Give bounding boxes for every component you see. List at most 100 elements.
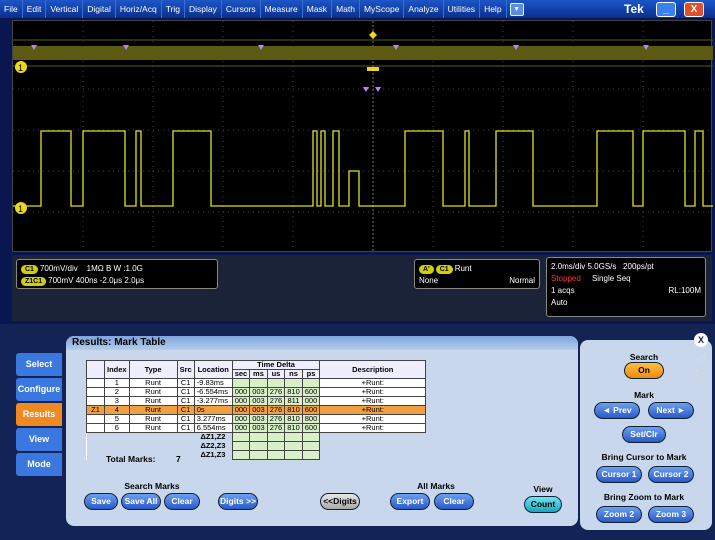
header-src: Src xyxy=(176,360,195,379)
menu-vertical[interactable]: Vertical xyxy=(46,0,84,18)
search-marks-label: Search Marks xyxy=(124,481,180,491)
waveform-display[interactable]: 1 1 xyxy=(12,20,713,253)
search-on-button[interactable]: On xyxy=(624,362,664,379)
total-marks-label: Total Marks: xyxy=(106,454,156,464)
digits-less-button[interactable]: <<Digits xyxy=(320,493,360,510)
menu-digital[interactable]: Digital xyxy=(83,0,116,18)
clear-all-marks-button[interactable]: Clear xyxy=(434,493,474,510)
menu-horiz-acq[interactable]: Horiz/Acq xyxy=(116,0,162,18)
mark-table[interactable]: Index Type Src Location Time Delta Descr… xyxy=(86,360,427,460)
menu-dropdown-icon[interactable]: ▼ xyxy=(509,2,524,16)
nav-view[interactable]: View xyxy=(16,428,62,451)
cell-z xyxy=(86,378,105,388)
prev-mark-button[interactable]: ◄ Prev xyxy=(594,402,640,419)
menu-measure[interactable]: Measure xyxy=(261,0,303,18)
header-ms: ms xyxy=(249,369,268,379)
search-controls: Search On Mark ◄ Prev Next ► Set/Clr Bri… xyxy=(588,352,700,528)
minimize-button[interactable]: _ xyxy=(656,2,676,17)
trigger-info-box[interactable]: A' C1 Runt None Normal xyxy=(414,259,540,289)
mark-label: Mark xyxy=(634,390,654,400)
cell-desc: +Runt: xyxy=(319,423,427,433)
graticule: 1 1 xyxy=(13,21,713,253)
zoom-chip: Z1C1 xyxy=(21,277,47,286)
channel-info-box[interactable]: C1 700mV/div 1MΩ B W :1.0G Z1C1 700mV 400n… xyxy=(16,259,218,289)
channel1-trace xyxy=(13,130,713,207)
cell-z xyxy=(86,387,105,397)
header-ns: ns xyxy=(284,369,303,379)
menu-file[interactable]: File xyxy=(0,0,23,18)
cell-src: C1 xyxy=(176,423,195,433)
ch1-coupling: 1MΩ xyxy=(86,264,104,273)
menu-cursors[interactable]: Cursors xyxy=(222,0,261,18)
zoom-hscale: 400ns xyxy=(75,276,98,285)
trigger-position-icon xyxy=(369,31,377,39)
header-us: us xyxy=(266,369,286,379)
nav-select[interactable]: Select xyxy=(16,353,62,376)
menu-mask[interactable]: Mask xyxy=(303,0,333,18)
close-window-button[interactable]: X xyxy=(684,2,704,17)
ch1-bandwidth: B W :1.0G xyxy=(105,264,143,273)
header-sec: sec xyxy=(231,369,251,379)
save-all-button[interactable]: Save All xyxy=(121,493,161,510)
export-button[interactable]: Export xyxy=(390,493,430,510)
search-label: Search xyxy=(629,352,659,362)
save-button[interactable]: Save xyxy=(84,493,118,510)
close-panel-icon[interactable]: X xyxy=(694,333,708,347)
header-type: Type xyxy=(128,360,178,379)
menu-analyze[interactable]: Analyze xyxy=(404,0,444,18)
menu-bar: File Edit Vertical Digital Horiz/Acq Tri… xyxy=(0,0,715,18)
trigger-source-chip: C1 xyxy=(435,265,453,274)
menu-math[interactable]: Math xyxy=(332,0,360,18)
delta-z1z3-label: ΔZ1,Z3 xyxy=(194,450,233,460)
cell-type: Runt xyxy=(128,423,178,433)
view-label: View xyxy=(533,484,553,494)
zoom-indicator xyxy=(367,67,379,71)
cell-us: 276 xyxy=(266,423,286,433)
bring-zoom-label: Bring Zoom to Mark xyxy=(603,492,685,502)
nav-results[interactable]: Results xyxy=(16,403,62,426)
zoom-position: -2.0μs xyxy=(99,276,123,285)
table-row[interactable]: 6 Runt C1 6.554ms 000 003 276 810 600 +Runt: xyxy=(86,423,427,433)
trigger-coupling: None xyxy=(419,276,439,285)
side-nav: Select Configure Results View Mode xyxy=(16,353,62,478)
cursor2-button[interactable]: Cursor 2 xyxy=(648,466,694,483)
overview-waveform xyxy=(13,46,713,60)
cell-index: 6 xyxy=(104,423,130,433)
menu-trig[interactable]: Trig xyxy=(162,0,186,18)
trigger-mode: Normal xyxy=(509,276,535,285)
nav-mode[interactable]: Mode xyxy=(16,453,62,476)
header-description: Description xyxy=(319,360,427,379)
zoom-vscale: 700mV xyxy=(48,276,74,285)
cell-loc: 6.554ms xyxy=(193,423,233,433)
cell-z xyxy=(86,423,105,433)
acquisition-info-box[interactable]: 2.0ms/div 5.0GS/s 200ps/pt Stopped Singl… xyxy=(546,257,706,317)
results-title: Results: Mark Table xyxy=(66,336,578,350)
header-location: Location xyxy=(193,360,233,379)
zoom3-button[interactable]: Zoom 3 xyxy=(648,506,694,523)
menu-display[interactable]: Display xyxy=(185,0,222,18)
cell-ps: 600 xyxy=(301,423,321,433)
total-marks-value: 7 xyxy=(176,454,181,464)
expand-right-icon[interactable]: ▷ xyxy=(696,366,704,379)
menu-help[interactable]: Help xyxy=(480,0,507,18)
set-clear-mark-button[interactable]: Set/Clr xyxy=(622,426,666,443)
next-mark-button[interactable]: Next ► xyxy=(648,402,694,419)
menu-utilities[interactable]: Utilities xyxy=(444,0,481,18)
brand-logo: Tek xyxy=(624,2,644,16)
trigger-type: Runt xyxy=(454,264,472,273)
collapse-left-icon[interactable]: ◁ xyxy=(696,352,704,365)
acquisition-status: Stopped xyxy=(551,274,581,283)
zoom2-button[interactable]: Zoom 2 xyxy=(596,506,642,523)
clear-search-marks-button[interactable]: Clear xyxy=(164,493,200,510)
resolution: 200ps/pt xyxy=(623,262,654,271)
nav-configure[interactable]: Configure xyxy=(16,378,62,401)
trigger-a-chip: A' xyxy=(419,265,434,274)
count-button[interactable]: Count xyxy=(524,496,562,513)
digits-more-button[interactable]: Digits >> xyxy=(218,493,258,510)
results-panel: Results: Mark Table Index Type Src Locat… xyxy=(66,336,578,526)
menu-myscope[interactable]: MyScope xyxy=(360,0,405,18)
cell-z: Z1 xyxy=(86,405,105,415)
cursor1-button[interactable]: Cursor 1 xyxy=(596,466,642,483)
menu-edit[interactable]: Edit xyxy=(23,0,47,18)
ch1-chip: C1 xyxy=(21,265,38,274)
